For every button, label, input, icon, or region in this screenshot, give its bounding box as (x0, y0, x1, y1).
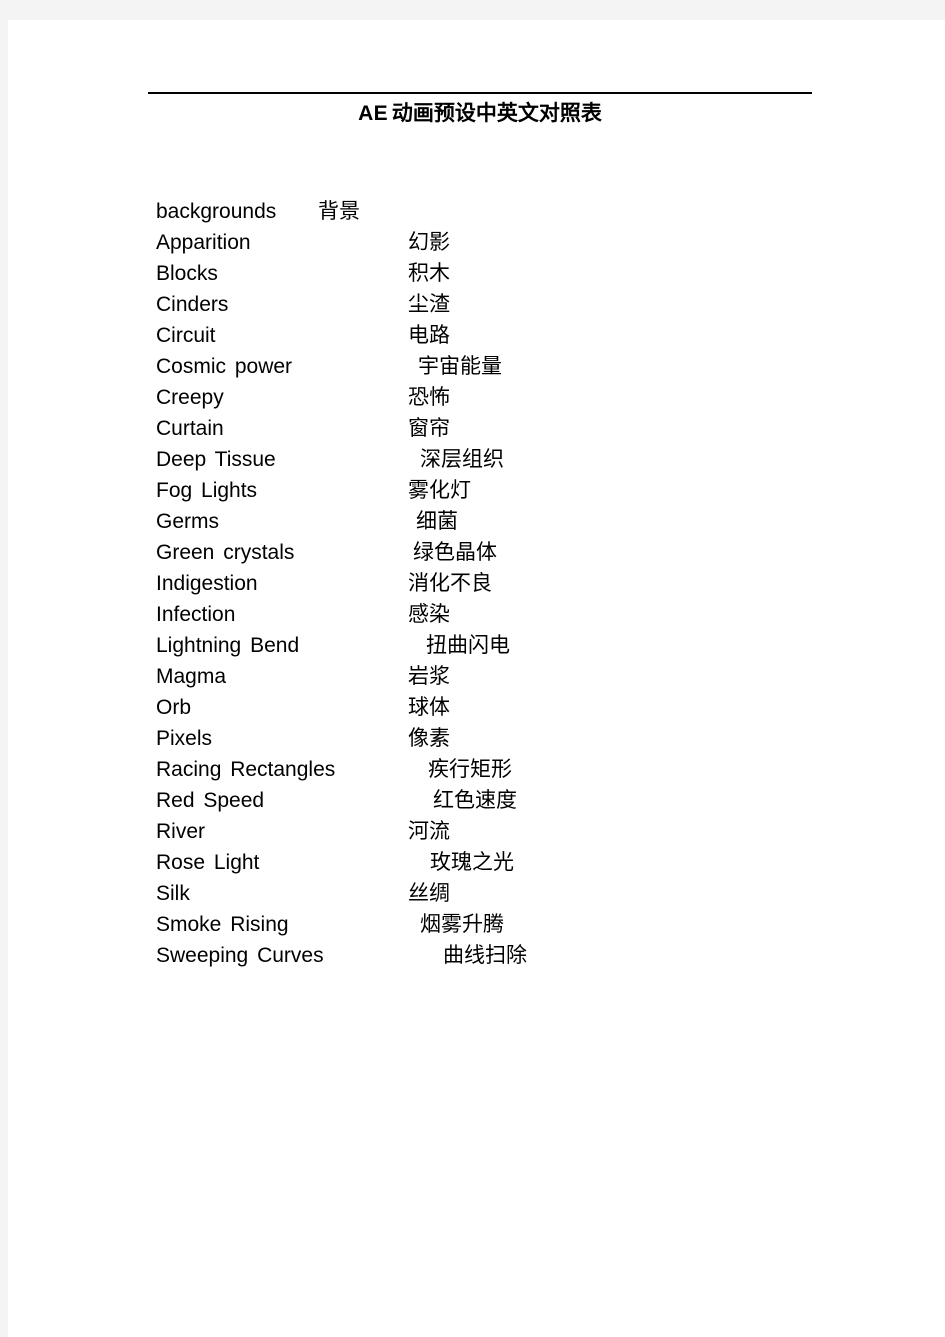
glossary-entry: Curtain 窗帘 (148, 413, 848, 444)
glossary-entry: Lightning Bend 扭曲闪电 (148, 630, 848, 661)
glossary-term-english: Racing Rectangles (156, 758, 336, 781)
page-content: AE 动画预设中英文对照表 backgrounds 背景 Apparition 幻影 Bl… (148, 20, 848, 1337)
glossary-term-english: Curtain (156, 417, 224, 440)
glossary-term-chinese: 雾化灯 (408, 478, 471, 502)
glossary-entry: Orb 球体 (148, 692, 848, 723)
glossary-term-english: River (156, 820, 206, 843)
glossary-term-chinese: 曲线扫除 (443, 943, 527, 967)
glossary-term-chinese: 丝绸 (408, 881, 450, 905)
glossary-term-english: Deep Tissue (156, 448, 276, 471)
page-title-latin: AE (358, 102, 388, 125)
glossary-entry: Deep Tissue 深层组织 (148, 444, 848, 475)
glossary-term-chinese: 细菌 (416, 509, 458, 533)
glossary-term-chinese: 积木 (408, 261, 450, 285)
glossary-entry: River 河流 (148, 816, 848, 847)
glossary-entry: Racing Rectangles 疾行矩形 (148, 754, 848, 785)
glossary-entry: Pixels 像素 (148, 723, 848, 754)
glossary-term-chinese: 尘渣 (408, 292, 450, 316)
glossary-entry: Indigestion 消化不良 (148, 568, 848, 599)
glossary-term-chinese: 球体 (408, 695, 450, 719)
glossary-term-chinese: 窗帘 (408, 416, 450, 440)
glossary-entry: Cinders 尘渣 (148, 289, 848, 320)
glossary-term-english: Lightning Bend (156, 634, 300, 657)
glossary-list: backgrounds 背景 Apparition 幻影 Blocks 积木 Cinders… (148, 196, 848, 971)
glossary-term-chinese: 岩浆 (408, 664, 450, 688)
glossary-term-chinese: 绿色晶体 (413, 540, 497, 564)
glossary-entry: Germs 细菌 (148, 506, 848, 537)
title-horizontal-rule (148, 92, 812, 94)
glossary-entry: Magma 岩浆 (148, 661, 848, 692)
glossary-term-english: Fog Lights (156, 479, 258, 502)
glossary-entry: Circuit 电路 (148, 320, 848, 351)
glossary-term-english: Rose Light (156, 851, 260, 874)
glossary-term-chinese: 玫瑰之光 (430, 850, 514, 874)
glossary-term-english: Sweeping Curves (156, 944, 324, 967)
glossary-entry: Infection 感染 (148, 599, 848, 630)
glossary-term-english: Infection (156, 603, 236, 626)
glossary-term-chinese: 宇宙能量 (418, 354, 502, 378)
page-title-cjk: 动画预设中英文对照表 (391, 100, 602, 125)
glossary-entry: Red Speed 红色速度 (148, 785, 848, 816)
glossary-entry: Rose Light 玫瑰之光 (148, 847, 848, 878)
glossary-term-english: Green crystals (156, 541, 295, 564)
document-page: AE 动画预设中英文对照表 backgrounds 背景 Apparition 幻影 Bl… (8, 20, 945, 1337)
glossary-entry: Silk 丝绸 (148, 878, 848, 909)
glossary-term-chinese: 幻影 (408, 230, 450, 254)
glossary-entry: Cosmic power 宇宙能量 (148, 351, 848, 382)
glossary-term-chinese: 疾行矩形 (428, 757, 512, 781)
glossary-term-chinese: 烟雾升腾 (420, 912, 504, 936)
glossary-term-chinese: 恐怖 (408, 385, 450, 409)
glossary-term-english: backgrounds (156, 200, 277, 223)
glossary-term-english: Pixels (156, 727, 213, 750)
glossary-term-chinese: 电路 (408, 323, 450, 347)
glossary-term-english: Red Speed (156, 789, 265, 812)
glossary-entry: Smoke Rising 烟雾升腾 (148, 909, 848, 940)
glossary-entry: Blocks 积木 (148, 258, 848, 289)
glossary-term-english: Indigestion (156, 572, 258, 595)
glossary-term-chinese: 扭曲闪电 (426, 633, 510, 657)
glossary-term-english: Circuit (156, 324, 216, 347)
glossary-term-chinese: 背景 (318, 199, 360, 223)
glossary-term-english: Blocks (156, 262, 218, 285)
glossary-entry: Green crystals 绿色晶体 (148, 537, 848, 568)
page-title: AE 动画预设中英文对照表 (148, 102, 812, 124)
glossary-term-english: Silk (156, 882, 190, 905)
glossary-term-chinese: 像素 (408, 726, 450, 750)
glossary-term-english: Magma (156, 665, 227, 688)
glossary-entry: Fog Lights 雾化灯 (148, 475, 848, 506)
glossary-term-english: Germs (156, 510, 219, 533)
glossary-term-english: Smoke Rising (156, 913, 289, 936)
glossary-term-chinese: 深层组织 (420, 447, 504, 471)
glossary-term-chinese: 红色速度 (433, 788, 517, 812)
glossary-term-chinese: 消化不良 (408, 571, 492, 595)
glossary-term-chinese: 河流 (408, 819, 450, 843)
glossary-entry: Sweeping Curves 曲线扫除 (148, 940, 848, 971)
glossary-term-english: Cosmic power (156, 355, 293, 378)
glossary-term-english: Orb (156, 696, 192, 719)
glossary-term-english: Apparition (156, 231, 251, 254)
glossary-term-english: Creepy (156, 386, 224, 409)
glossary-term-english: Cinders (156, 293, 229, 316)
glossary-term-chinese: 感染 (408, 602, 450, 626)
glossary-entry: backgrounds 背景 (148, 196, 848, 227)
glossary-entry: Apparition 幻影 (148, 227, 848, 258)
glossary-entry: Creepy 恐怖 (148, 382, 848, 413)
